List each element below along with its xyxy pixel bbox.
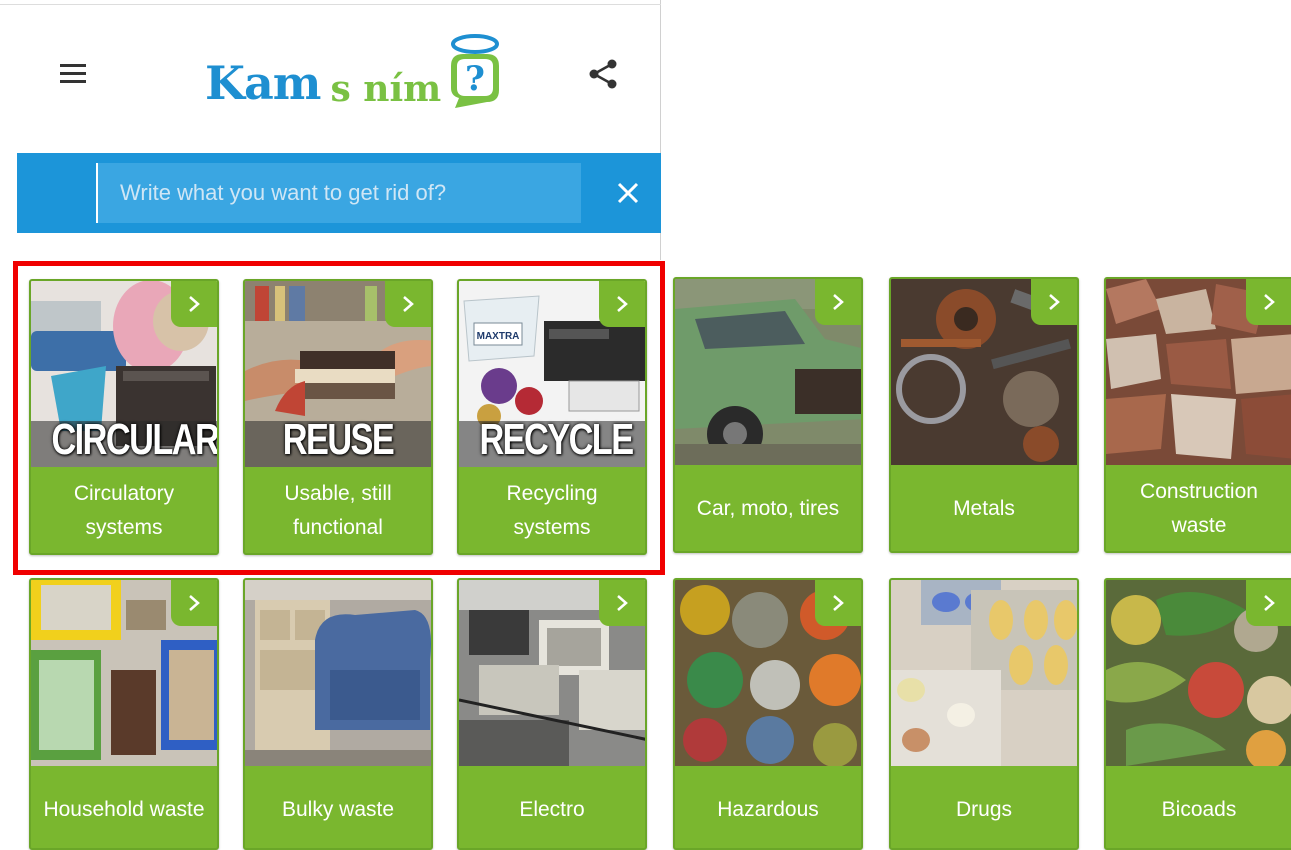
- chevron-right-icon[interactable]: [599, 281, 645, 327]
- category-label: Drugs: [955, 798, 1013, 821]
- close-icon[interactable]: [613, 178, 643, 208]
- category-image: [891, 580, 1077, 766]
- chevron-right-icon[interactable]: [1246, 279, 1291, 325]
- category-tile-recycling[interactable]: MAXTRA RECYCLE Recycling systems: [457, 279, 647, 555]
- share-icon[interactable]: [588, 58, 618, 90]
- logo-question-icon: ?: [445, 32, 503, 110]
- logo-snim: s ním: [330, 68, 442, 110]
- category-tile-car-moto-tires[interactable]: Car, moto, tires: [673, 277, 863, 553]
- category-tile-construction[interactable]: Construction waste: [1104, 277, 1291, 553]
- svg-text:MAXTRA: MAXTRA: [477, 331, 520, 342]
- category-label: Circulatory systems: [73, 482, 175, 539]
- overlay-word: CIRCULAR: [51, 415, 217, 464]
- overlay-word: RECYCLE: [479, 415, 634, 464]
- category-tile-circulatory[interactable]: CIRCULAR Circulatory systems: [29, 279, 219, 555]
- category-label: Bulky waste: [281, 798, 395, 821]
- category-tile-bulky[interactable]: Bulky waste: [243, 578, 433, 850]
- category-label: Construction waste: [1140, 480, 1258, 537]
- search-input[interactable]: [96, 163, 581, 223]
- category-label: Car, moto, tires: [696, 497, 840, 520]
- category-tile-bicoads[interactable]: Bicoads: [1104, 578, 1291, 850]
- category-label: Metals: [953, 497, 1015, 520]
- category-label: Bicoads: [1161, 798, 1237, 821]
- chevron-right-icon[interactable]: [599, 580, 645, 626]
- chevron-right-icon[interactable]: [815, 580, 861, 626]
- category-tile-hazardous[interactable]: Hazardous: [673, 578, 863, 850]
- category-image: [245, 580, 431, 766]
- logo-kam: Kam: [205, 56, 321, 110]
- category-tile-drugs[interactable]: Drugs: [889, 578, 1079, 850]
- chevron-right-icon[interactable]: [171, 580, 217, 626]
- chevron-right-icon[interactable]: [385, 281, 431, 327]
- chevron-right-icon[interactable]: [171, 281, 217, 327]
- chevron-right-icon[interactable]: [815, 279, 861, 325]
- menu-icon[interactable]: [60, 64, 88, 84]
- category-label: Recycling systems: [506, 482, 598, 539]
- category-label: Household waste: [43, 798, 205, 821]
- overlay-word: REUSE: [282, 415, 395, 464]
- logo-q-text: ?: [465, 59, 485, 99]
- category-label: Usable, still functional: [284, 482, 392, 539]
- search-bar: [17, 153, 661, 233]
- logo[interactable]: Kam s ním ?: [205, 30, 503, 110]
- top-divider: [0, 4, 661, 5]
- category-label: Hazardous: [717, 798, 819, 821]
- chevron-right-icon[interactable]: [1246, 580, 1291, 626]
- category-tile-metals[interactable]: Metals: [889, 277, 1079, 553]
- category-tile-reuse[interactable]: REUSE Usable, still functional: [243, 279, 433, 555]
- chevron-right-icon[interactable]: [1031, 279, 1077, 325]
- category-tile-electro[interactable]: Electro: [457, 578, 647, 850]
- category-tile-household[interactable]: Household waste: [29, 578, 219, 850]
- category-label: Electro: [519, 798, 585, 821]
